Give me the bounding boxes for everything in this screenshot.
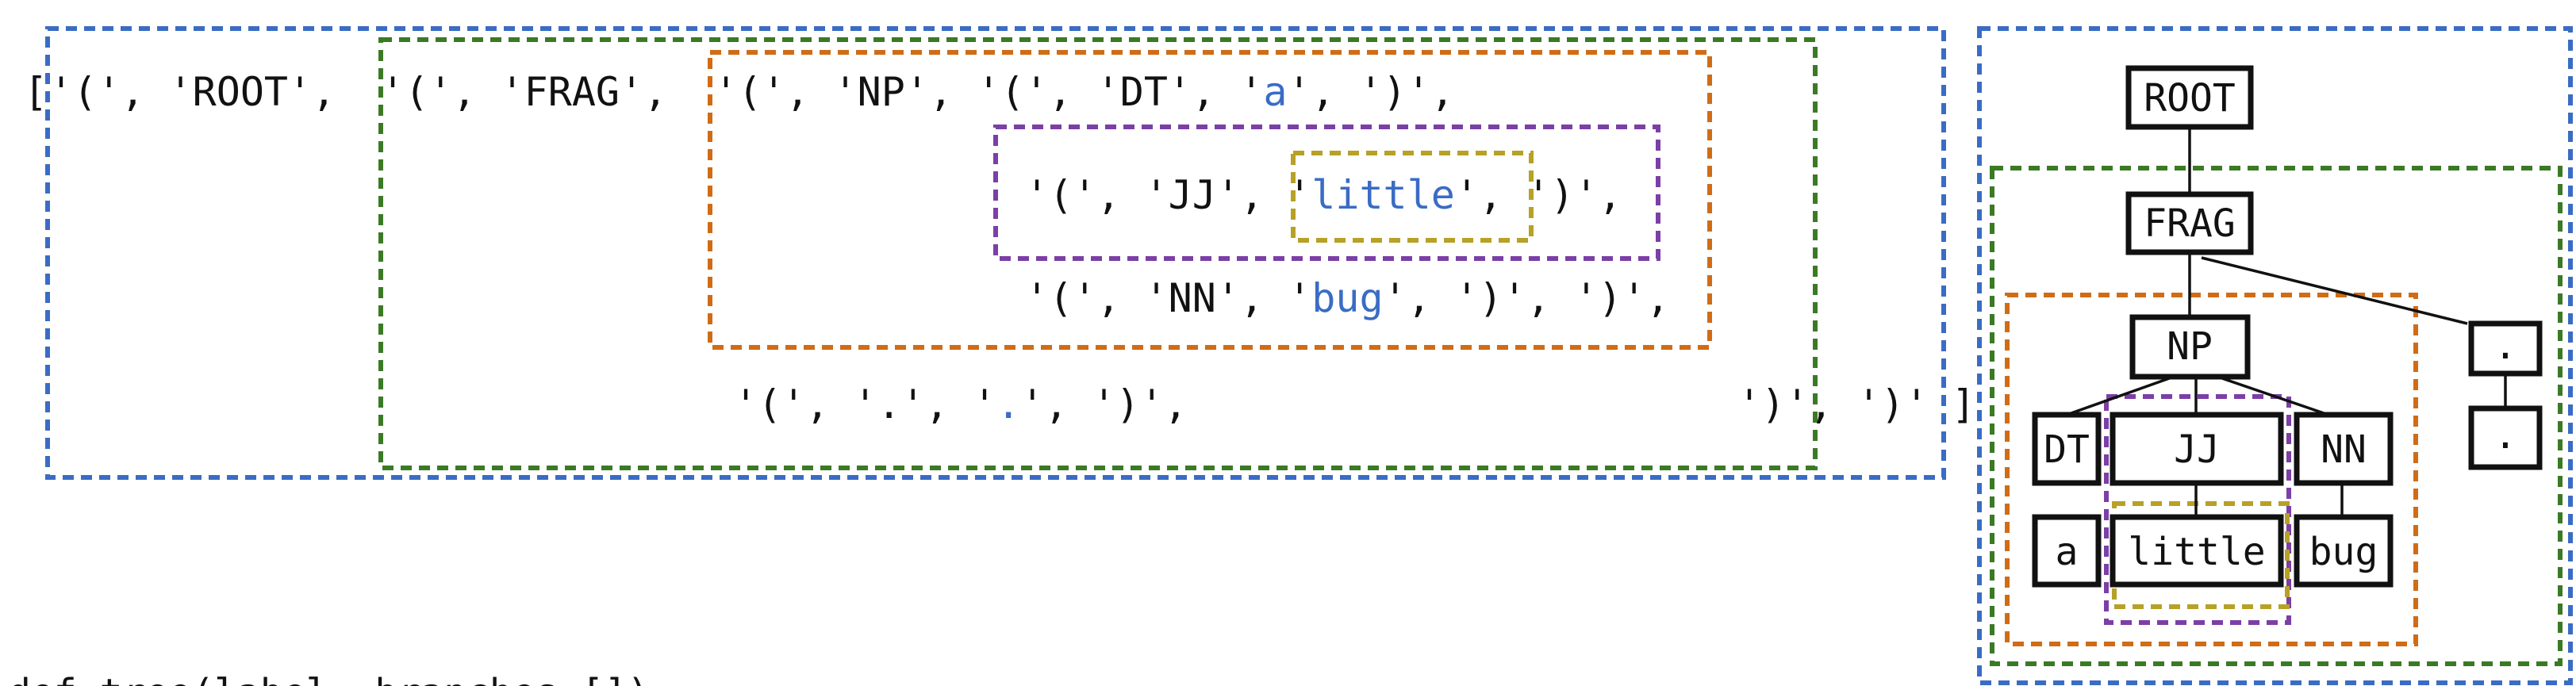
svg-text:DT: DT	[2044, 427, 2090, 472]
node-dt: DT	[2032, 412, 2102, 486]
sequence-panel: [ '(', 'ROOT', '(', 'FRAG', '(', 'NP', '…	[24, 26, 1975, 480]
svg-text:.: .	[2494, 413, 2517, 458]
seq-np-open: '(', 'NP', '(', 'DT', 'a', ')',	[714, 69, 1454, 115]
token-bug: bug	[1311, 275, 1383, 321]
node-nn: NN	[2294, 412, 2394, 486]
svg-text:little: little	[2128, 530, 2265, 574]
seq-closers: ')', ')'	[1737, 381, 1929, 427]
node-jj: JJ	[2110, 412, 2284, 486]
leaf-little: little	[2110, 514, 2284, 588]
token-little: little	[1311, 172, 1455, 218]
seq-frag-open: '(', 'FRAG',	[381, 69, 667, 115]
leaf-a: a	[2032, 514, 2102, 588]
svg-text:bug: bug	[2309, 530, 2378, 574]
seq-jj: '(', 'JJ', 'little', ')',	[1025, 172, 1622, 218]
node-np: NP	[2129, 314, 2251, 380]
svg-text:FRAG: FRAG	[2144, 201, 2236, 246]
leaf-bug: bug	[2294, 514, 2394, 588]
node-frag: FRAG	[2125, 191, 2254, 255]
token-dot: .	[996, 381, 1020, 427]
edge-np-dt	[2066, 375, 2175, 416]
node-punct-leaf: .	[2468, 405, 2543, 470]
node-root: ROOT	[2125, 65, 2254, 130]
svg-text:NN: NN	[2321, 427, 2367, 472]
svg-text:ROOT: ROOT	[2144, 76, 2236, 121]
close-bracket: ]	[1952, 381, 1975, 427]
token-a: a	[1263, 69, 1287, 115]
svg-text:NP: NP	[2167, 324, 2213, 369]
svg-text:.: .	[2494, 324, 2517, 368]
svg-text:JJ: JJ	[2174, 427, 2220, 472]
tree-panel: ROOT FRAG NP . DT JJ NN . a little bug	[1977, 26, 2573, 685]
seq-punct: '(', '.', '.', ')',	[734, 381, 1188, 427]
node-punct: .	[2468, 320, 2543, 377]
seq-nn: '(', 'NN', 'bug', ')', ')',	[1025, 275, 1670, 321]
edge-frag-punct	[2201, 256, 2468, 325]
tree-sequence-diagram: [ '(', 'ROOT', '(', 'FRAG', '(', 'NP', '…	[8, 26, 2573, 686]
footer-code-fragment: def tree(label, branches=[]):	[8, 671, 673, 686]
svg-text:a: a	[2056, 530, 2079, 574]
open-bracket: [	[24, 69, 48, 115]
seq-root-open: '(', 'ROOT',	[49, 69, 336, 115]
